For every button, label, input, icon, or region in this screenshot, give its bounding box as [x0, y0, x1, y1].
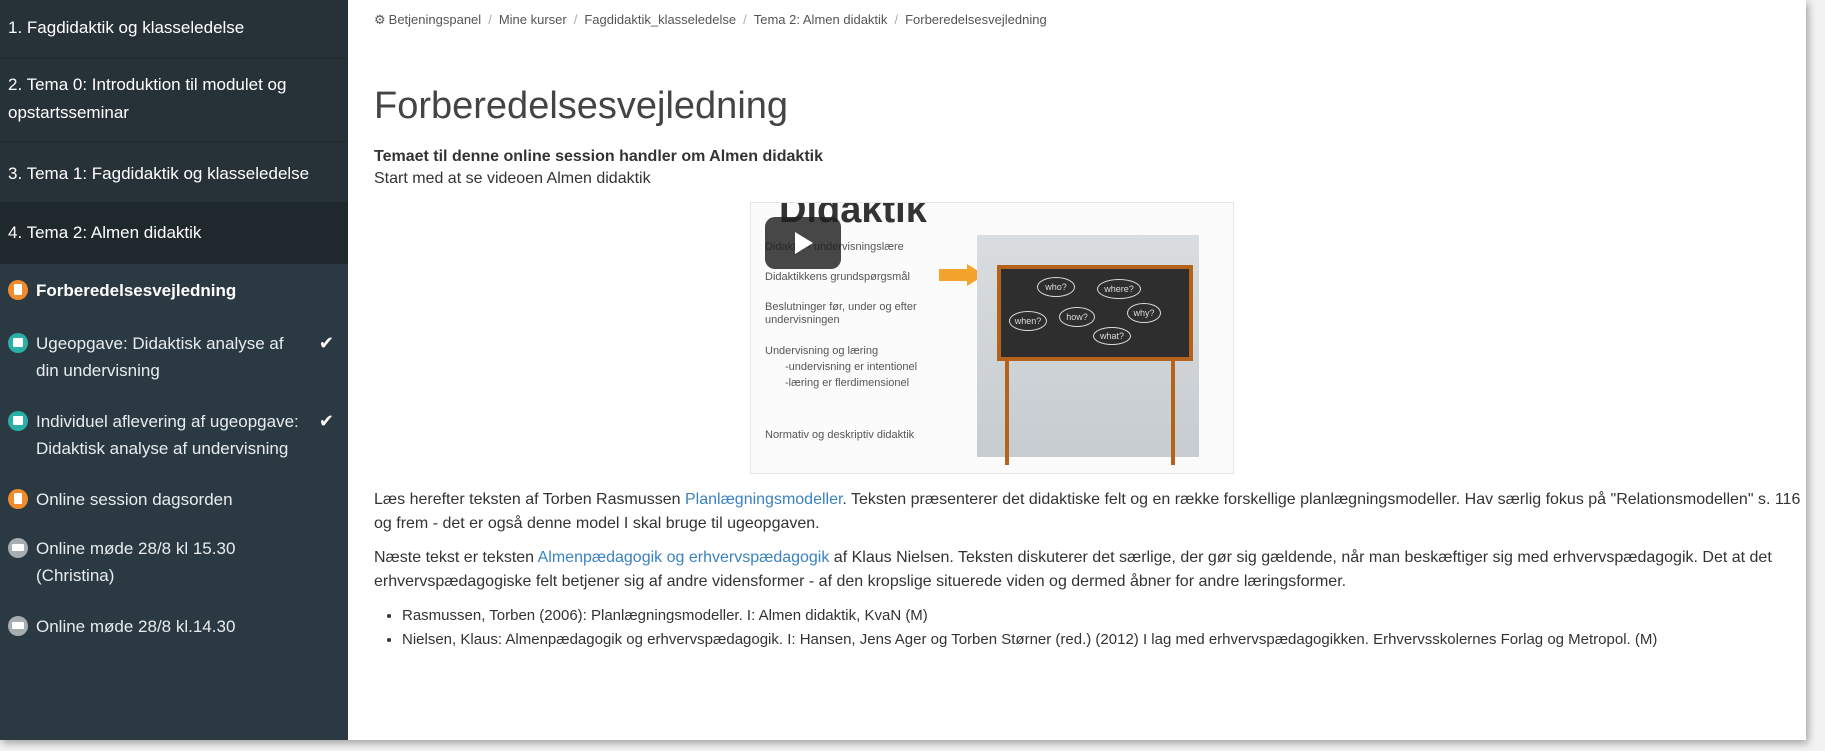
course-sidebar: 1. Fagdidaktik og klasseledelse 2. Tema …	[0, 0, 348, 740]
speech-bubble: who?	[1037, 277, 1075, 297]
speech-bubble: when?	[1009, 311, 1047, 331]
speech-bubble: what?	[1093, 327, 1131, 345]
browser-frame: 1. Fagdidaktik og klasseledelse 2. Tema …	[0, 0, 1806, 740]
breadcrumb-separator: /	[743, 12, 747, 27]
reading-paragraph-2: Næste tekst er teksten Almenpædagogik og…	[374, 546, 1806, 594]
speech-bubble: why?	[1127, 303, 1161, 323]
completion-check-icon[interactable]: ✔	[319, 408, 334, 435]
sidebar-section-label: 1. Fagdidaktik og klasseledelse	[8, 18, 245, 37]
breadcrumb-separator: /	[573, 12, 578, 27]
breadcrumb-separator: /	[488, 12, 492, 27]
breadcrumb-item[interactable]: Fagdidaktik_klasseledelse	[584, 12, 736, 27]
sidebar-item-online-session-dagsorden[interactable]: Online session dagsorden	[0, 472, 348, 523]
slide-line: Beslutninger før, under og efter undervi…	[765, 301, 917, 326]
page-icon	[8, 489, 28, 509]
sidebar-item-label: Online møde 28/8 kl.14.30	[36, 617, 236, 636]
play-button[interactable]	[765, 217, 841, 269]
sidebar-item-label: Online møde 28/8 kl 15.30 (Christina)	[36, 539, 236, 585]
breadcrumb-item[interactable]: Betjeningspanel	[389, 12, 482, 27]
sidebar-section-4-active[interactable]: 4. Tema 2: Almen didaktik	[0, 203, 348, 264]
slide-line: Normativ og deskriptiv didaktik	[765, 429, 915, 441]
dashboard-icon: ⚙	[374, 12, 386, 27]
page-icon	[8, 280, 28, 300]
link-planlaegningsmodeller[interactable]: Planlægningsmodeller	[685, 491, 842, 508]
breadcrumb-item[interactable]: Tema 2: Almen didaktik	[754, 12, 888, 27]
sidebar-item-label: Online session dagsorden	[36, 490, 233, 509]
sidebar-item-forberedelsesvejledning[interactable]: Forberedelsesvejledning	[0, 264, 348, 314]
slide-line: Undervisning og læring	[765, 345, 879, 357]
sidebar-item-ugeopgave[interactable]: Ugeopgave: Didaktisk analyse af din unde…	[0, 314, 348, 394]
sidebar-item-individuel-aflevering[interactable]: Individuel aflevering af ugeopgave: Dida…	[0, 394, 348, 472]
breadcrumb: ⚙ Betjeningspanel / Mine kurser / Fagdidaktik…	[374, 12, 1806, 32]
sidebar-item-label: Ugeopgave: Didaktisk analyse af din unde…	[36, 334, 284, 380]
video-instruction: Start med at se videoen Almen didaktik	[374, 170, 651, 187]
sidebar-item-label: Forberedelsesvejledning	[36, 281, 237, 300]
assignment-icon	[8, 411, 28, 431]
link-almenpaedagogik[interactable]: Almenpædagogik og erhvervspædagogik	[538, 549, 830, 566]
reading-paragraph-1: Læs herefter teksten af Torben Rasmussen…	[374, 488, 1806, 536]
slide-line: Didaktikkens grundspørgsmål	[765, 271, 910, 283]
sidebar-item-online-mode-1530[interactable]: Online møde 28/8 kl 15.30 (Christina)	[0, 523, 348, 599]
sidebar-item-online-mode-1430[interactable]: Online møde 28/8 kl.14.30	[0, 599, 348, 650]
sidebar-section-3[interactable]: 3. Tema 1: Fagdidaktik og klasseledelse	[0, 142, 348, 203]
sidebar-section-label: 4. Tema 2: Almen didaktik	[8, 223, 202, 242]
meeting-icon	[8, 616, 28, 636]
sidebar-item-label: Individuel aflevering af ugeopgave: Dida…	[36, 412, 299, 458]
arrow-shape	[939, 269, 967, 281]
blackboard-image: who? where? when? how? why? what?	[997, 265, 1193, 361]
board-leg	[1171, 357, 1175, 465]
slide-line: -læring er flerdimensionel	[785, 377, 910, 389]
completion-check-icon[interactable]: ✔	[319, 330, 334, 357]
speech-bubble: where?	[1097, 279, 1141, 299]
meeting-icon	[8, 538, 28, 558]
video-player[interactable]: Didaktik Didaktik - undervisningslære Di…	[750, 202, 1234, 474]
main-content: ⚙ Betjeningspanel / Mine kurser / Fagdidaktik…	[348, 0, 1806, 740]
list-item: Nielsen, Klaus: Almenpædagogik og erhver…	[402, 628, 1806, 652]
session-topic: Temaet til denne online session handler …	[374, 148, 823, 165]
slide-line: -undervisning er intentionel	[785, 361, 918, 373]
assignment-icon	[8, 333, 28, 353]
breadcrumb-item[interactable]: Forberedelsesvejledning	[905, 12, 1047, 27]
breadcrumb-item[interactable]: Mine kurser	[499, 12, 567, 27]
page-title: Forberedelsesvejledning	[374, 85, 789, 127]
reference-list: Rasmussen, Torben (2006): Planlægningsmo…	[374, 604, 1806, 652]
sidebar-section-1[interactable]: 1. Fagdidaktik og klasseledelse	[0, 0, 348, 59]
sidebar-section-label: 3. Tema 1: Fagdidaktik og klasseledelse	[8, 164, 310, 183]
board-leg	[1005, 357, 1009, 465]
sidebar-section-label: 2. Tema 0: Introduktion til modulet og o…	[8, 75, 287, 122]
sidebar-section-2[interactable]: 2. Tema 0: Introduktion til modulet og o…	[0, 59, 348, 142]
breadcrumb-separator: /	[894, 12, 899, 27]
paragraph-text: Næste tekst er teksten	[374, 549, 538, 566]
list-item: Rasmussen, Torben (2006): Planlægningsmo…	[402, 604, 1806, 628]
speech-bubble: how?	[1059, 307, 1095, 327]
paragraph-text: Læs herefter teksten af Torben Rasmussen	[374, 491, 685, 508]
